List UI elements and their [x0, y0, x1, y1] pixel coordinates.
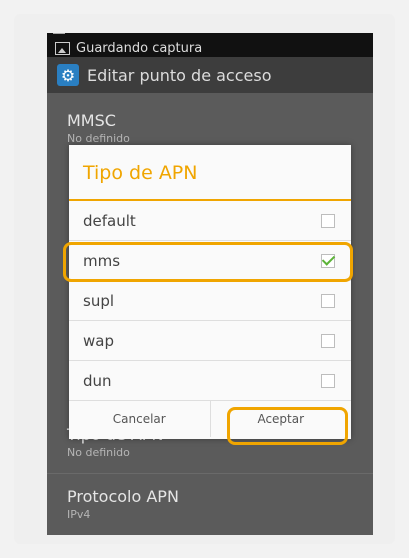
option-label: wap	[83, 331, 114, 350]
status-left-icon	[53, 33, 65, 34]
option-wap[interactable]: wap	[69, 321, 351, 361]
option-label: default	[83, 211, 136, 230]
option-dun[interactable]: dun	[69, 361, 351, 401]
setting-apn-protocol[interactable]: Protocolo APN IPv4	[67, 487, 179, 521]
option-default[interactable]: default	[69, 201, 351, 241]
option-label: supl	[83, 291, 115, 310]
notification: Guardando captura	[55, 41, 202, 56]
checkbox-unchecked-icon[interactable]	[321, 213, 335, 228]
checkbox-unchecked-icon[interactable]	[321, 333, 335, 348]
notification-text: Guardando captura	[76, 41, 203, 56]
checkbox-unchecked-icon[interactable]	[321, 373, 335, 388]
cancel-button[interactable]: Cancelar	[69, 401, 210, 437]
option-label: dun	[83, 371, 112, 390]
action-bar: ⚙ Editar punto de acceso	[47, 57, 373, 93]
highlight-mms-option	[63, 242, 353, 282]
setting-mmsc[interactable]: MMSC No definido	[67, 111, 130, 145]
setting-apn-protocol-label: Protocolo APN	[67, 487, 179, 506]
setting-mmsc-value: No definido	[67, 132, 130, 145]
status-bar: Guardando captura	[47, 33, 373, 57]
page-title: Editar punto de acceso	[87, 65, 272, 85]
settings-gear-icon[interactable]: ⚙	[57, 64, 79, 86]
apn-type-dialog: Tipo de APN default mms supl wap dun Can…	[69, 145, 351, 439]
highlight-accept-button	[227, 407, 348, 445]
setting-mmsc-label: MMSC	[67, 111, 116, 130]
image-icon	[55, 42, 70, 55]
setting-apn-protocol-value: IPv4	[67, 508, 91, 521]
checkbox-unchecked-icon[interactable]	[321, 293, 335, 308]
divider	[47, 473, 373, 474]
option-supl[interactable]: supl	[69, 281, 351, 321]
dialog-title: Tipo de APN	[69, 145, 351, 201]
setting-apn-type-value: No definido	[67, 446, 130, 459]
phone-screen: Guardando captura ⚙ Editar punto de acce…	[47, 33, 373, 535]
